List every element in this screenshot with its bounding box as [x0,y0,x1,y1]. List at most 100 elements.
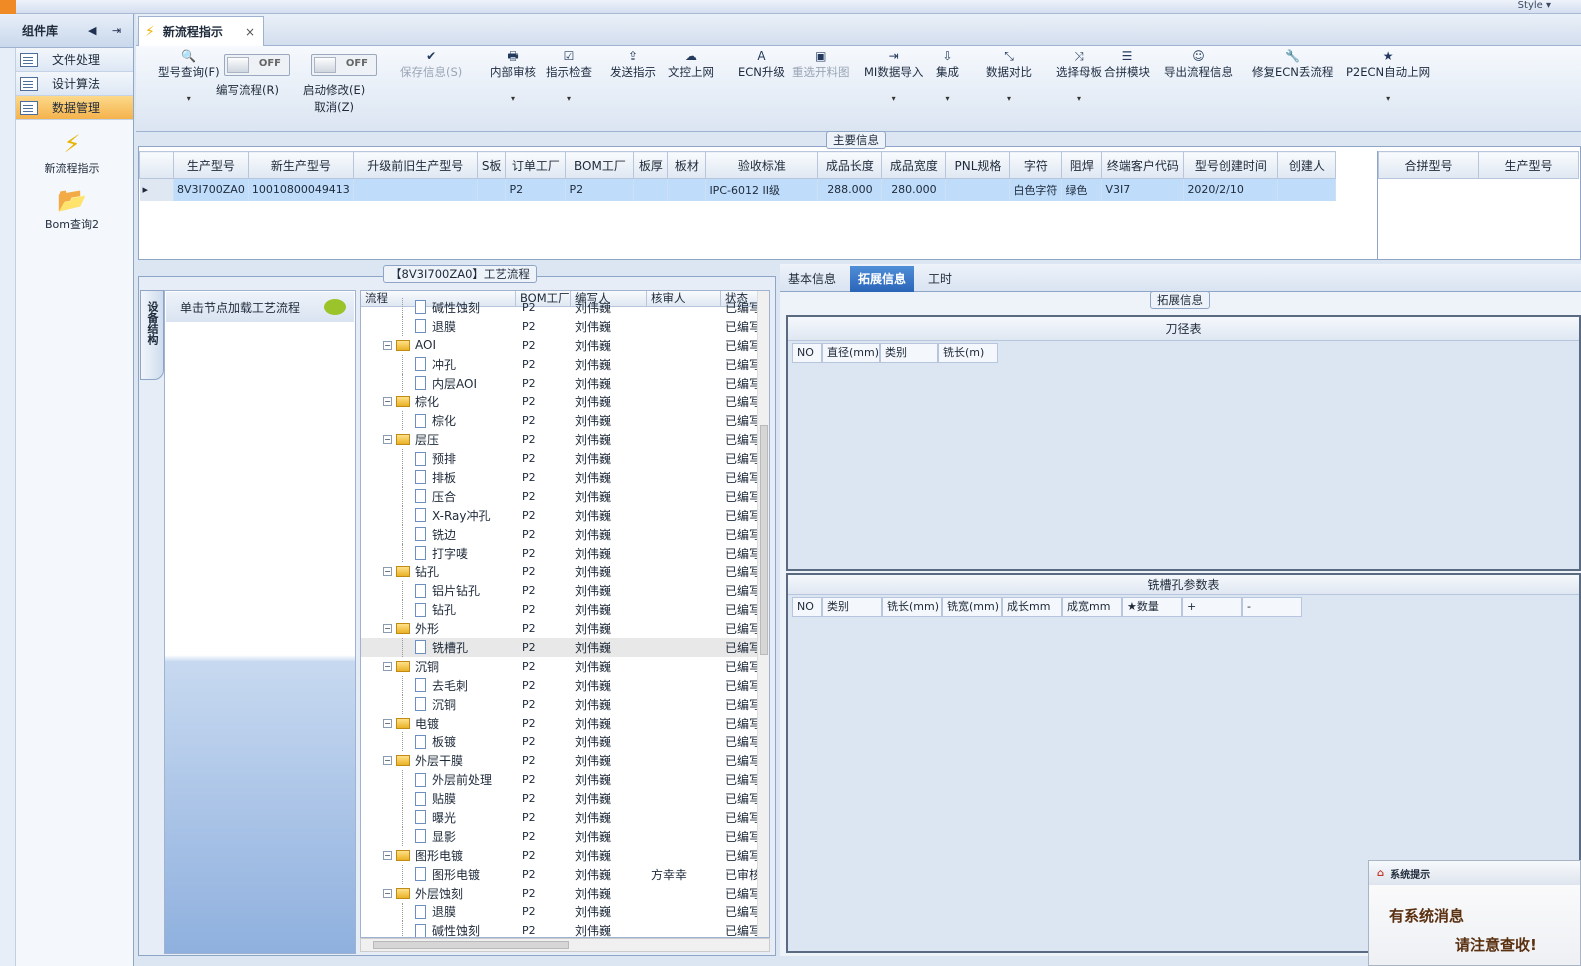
tree-hscrollbar[interactable] [360,938,770,952]
shortcut-item[interactable]: 📂 Bom查询2 [22,184,122,232]
tree-node[interactable]: 碱性蚀刻 [361,298,516,317]
table-cell[interactable] [353,178,478,201]
tree-row[interactable]: − 外层干膜 P2 刘伟巍 已编写 [361,751,769,770]
tree-node[interactable]: 碱性蚀刻 [361,921,516,937]
column-header[interactable]: 板材 [667,151,707,179]
tree-row[interactable]: 排板 P2 刘伟巍 已编写 [361,468,769,487]
table-cell[interactable]: 280.000 [881,178,947,201]
tree-node[interactable]: 退膜 [361,902,516,922]
tree-node[interactable]: − 外层蚀刻 [361,884,516,903]
column-header[interactable]: 成长mm [1002,597,1062,617]
column-header[interactable]: 铣长(mm) [882,597,942,617]
tab-basic[interactable]: 基本信息 [780,266,844,292]
tree-node[interactable]: 板镀 [361,732,516,752]
tree-row[interactable]: − 电镀 P2 刘伟巍 已编写 [361,714,769,733]
tree-node[interactable]: 压合 [361,486,516,506]
tree-node[interactable]: 铣边 [361,524,516,544]
tree-node[interactable]: 棕化 [361,411,516,431]
tree-node[interactable]: 钻孔 [361,600,516,620]
collapse-icon[interactable]: − [383,624,392,634]
tree-row[interactable]: 外层前处理 P2 刘伟巍 已编写 [361,770,769,790]
tree-node[interactable]: 沉铜 [361,694,516,714]
dropdown-arrow-icon[interactable]: ▾ [864,94,923,103]
dropdown-arrow-icon[interactable]: ▾ [986,94,1032,103]
collapse-icon[interactable]: − [383,718,392,728]
toggle-switch[interactable]: OFF [311,54,377,76]
tree-row[interactable]: − 沉铜 P2 刘伟巍 已编写 [361,657,769,676]
tree-row[interactable]: 碱性蚀刻 P2 刘伟巍 已编写 [361,921,769,937]
collapse-icon[interactable]: − [383,850,392,860]
tree-row[interactable]: − 图形电镀 P2 刘伟巍 已编写 [361,846,769,865]
table-cell[interactable] [1277,178,1337,201]
toolbar-button[interactable]: 🔧 修复ECN丢流程 [1252,48,1333,80]
toolbar-button[interactable]: ▣ 重选开料图 [792,48,850,80]
column-header[interactable]: 直径(mm) [822,343,880,363]
collapse-icon[interactable]: − [383,888,392,898]
tree-node[interactable]: − 图形电镀 [361,846,516,865]
column-header[interactable]: 型号创建时间 [1183,151,1279,179]
toolbar-button[interactable]: ☁ 文控上网 [668,48,714,80]
tree-row[interactable]: − 棕化 P2 刘伟巍 已编写 [361,392,769,411]
tree-node[interactable]: 打字唛 [361,543,516,563]
dropdown-arrow-icon[interactable]: ▾ [1346,94,1430,103]
tree-node[interactable]: 外层前处理 [361,770,516,790]
column-header[interactable]: 成品宽度 [881,151,947,179]
column-header[interactable]: PNL规格 [945,151,1011,179]
collapse-icon[interactable]: − [383,435,392,445]
toolbar-button[interactable]: A ECN升级 [738,48,785,80]
column-header[interactable]: NO [792,343,822,363]
tree-row[interactable]: 内层AOI P2 刘伟巍 已编写 [361,373,769,393]
tree-vscroll-thumb[interactable] [760,425,768,655]
collapse-icon[interactable]: − [383,340,392,350]
tree-node[interactable]: − 外层干膜 [361,751,516,770]
tree-row[interactable]: 铝片钻孔 P2 刘伟巍 已编写 [361,581,769,601]
tree-row[interactable]: 碱性蚀刻 P2 刘伟巍 已编写 [361,298,769,317]
tree-node[interactable]: 排板 [361,468,516,487]
dropdown-arrow-icon[interactable]: ▾ [158,94,220,103]
tree-node[interactable]: 去毛刺 [361,675,516,695]
tree-node[interactable]: 图形电镀 [361,864,516,884]
collapse-icon[interactable]: − [383,756,392,766]
toolbar-button[interactable]: ⤡ 数据对比 ▾ [986,48,1032,103]
main-info-grid[interactable]: 生产型号 新生产型号 升级前旧生产型号 S板 订单工厂 BOM工厂 板厚 板材 验收标准 成品长度… [139,151,1337,201]
tree-node[interactable]: X-Ray冲孔 [361,505,516,525]
column-header[interactable]: NO [792,597,822,617]
tree-node[interactable]: − AOI [361,336,516,355]
style-menu[interactable]: Style ▾ [1518,0,1551,11]
column-header[interactable]: 成品长度 [817,151,883,179]
toolbar-button[interactable]: ☑ 指示检查 ▾ [546,48,592,103]
table-cell[interactable]: 绿色 [1061,178,1103,201]
merge-model-grid[interactable]: 合拼型号 生产型号 [1378,151,1579,179]
toolbar-button[interactable]: 🔍 型号查询(F) ▾ [158,48,220,103]
tree-node[interactable]: − 电镀 [361,714,516,733]
tree-node[interactable]: 冲孔 [361,354,516,374]
tab-hours[interactable]: 工时 [920,266,960,292]
tree-row[interactable]: 退膜 P2 刘伟巍 已编写 [361,316,769,336]
tree-node[interactable]: − 钻孔 [361,562,516,581]
tree-row[interactable]: − 层压 P2 刘伟巍 已编写 [361,430,769,449]
tree-row[interactable]: 压合 P2 刘伟巍 已编写 [361,486,769,506]
column-header[interactable]: 生产型号 [173,151,249,179]
column-header[interactable]: 升级前旧生产型号 [352,151,478,179]
tree-row[interactable]: − 钻孔 P2 刘伟巍 已编写 [361,562,769,581]
tab-new-process[interactable]: ⚡ 新流程指示 × [138,16,264,46]
tree-node[interactable]: 铣槽孔 [361,638,516,657]
column-header[interactable]: ★数量 [1122,597,1182,617]
tree-node[interactable]: 贴膜 [361,789,516,809]
tree-row[interactable]: 沉铜 P2 刘伟巍 已编写 [361,694,769,714]
tree-row[interactable]: 棕化 P2 刘伟巍 已编写 [361,411,769,431]
table-cell[interactable]: 2020/2/10 [1183,178,1279,201]
tree-node[interactable]: 铝片钻孔 [361,581,516,601]
table-cell[interactable]: 288.000 [817,178,883,201]
toolbar-button[interactable]: ⤨ 选择母板 ▾ [1056,48,1102,103]
table-cell[interactable]: P2 [565,178,635,201]
column-header[interactable]: 铣长(m) [938,343,998,363]
column-header[interactable]: 新生产型号 [247,151,354,179]
tree-node[interactable]: 曝光 [361,808,516,827]
column-header[interactable]: + [1182,597,1242,617]
tree-node[interactable]: − 沉铜 [361,657,516,676]
nav-item[interactable]: 设计算法 [16,72,133,96]
collapse-icon[interactable]: − [383,567,392,577]
column-header[interactable]: 成宽mm [1062,597,1122,617]
toolbar-button[interactable]: ☺ 导出流程信息 [1164,48,1233,80]
